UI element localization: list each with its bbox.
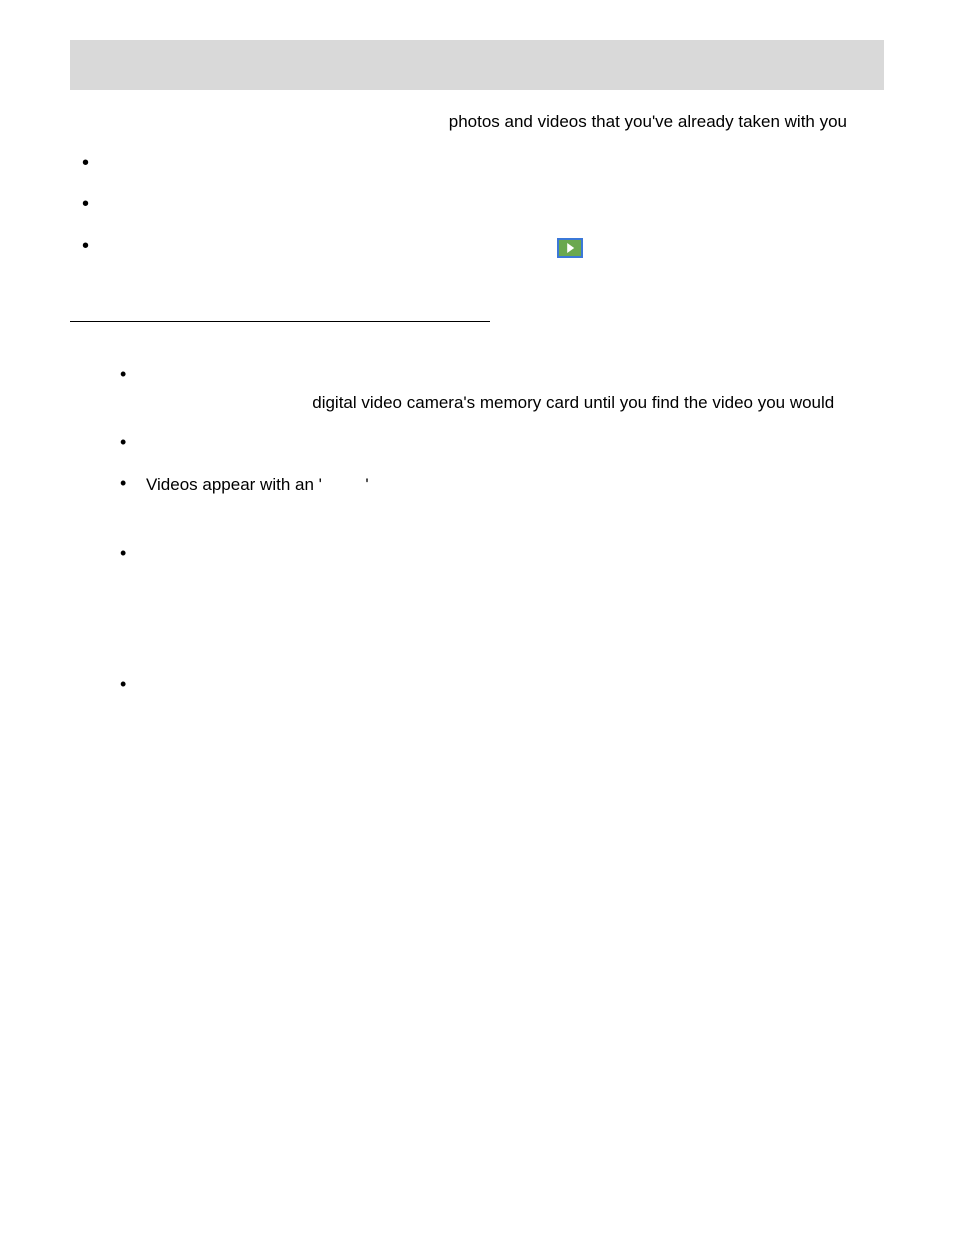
list1-item3: xxxxxxxxxxxxxxxxxxxxxxxxxxxxxxxxxxxxxxxx… bbox=[82, 234, 884, 261]
list2-item3-text-b: ' bbox=[365, 475, 368, 494]
section-banner bbox=[70, 40, 884, 90]
top-bullet-list: . . xxxxxxxxxxxxxxxxxxxxxxxxxxxxxxxxxxxx… bbox=[70, 151, 884, 261]
intro-paragraph: xxxxxxxxxxxxxxxxxxxxxxxxxxxxxxxxxxxxxxxx… bbox=[70, 108, 884, 135]
list2-item1-text: digital video camera's memory card until… bbox=[312, 393, 834, 412]
sub-bullet-list-2: . bbox=[70, 541, 884, 568]
list2-item4: . bbox=[120, 541, 884, 568]
underline-rule bbox=[70, 321, 490, 322]
list2-item3: Videos appear with an ' xxxx ' bbox=[120, 471, 884, 498]
list1-item1: . bbox=[82, 151, 884, 178]
list1-item2: . bbox=[82, 192, 884, 219]
sub-bullet-list-3: . bbox=[70, 672, 884, 699]
list2-item2: . bbox=[120, 430, 884, 457]
list2-item1: xxxxxxxxxxxxxxx xxxxxxxxxxxxxxxxxxx digi… bbox=[120, 362, 884, 416]
list2-item3-text-a: Videos appear with an ' bbox=[146, 475, 322, 494]
list2-item5: . bbox=[120, 672, 884, 699]
sub-bullet-list: xxxxxxxxxxxxxxx xxxxxxxxxxxxxxxxxxx digi… bbox=[70, 362, 884, 499]
play-icon bbox=[557, 238, 583, 258]
intro-text: photos and videos that you've already ta… bbox=[449, 112, 847, 131]
